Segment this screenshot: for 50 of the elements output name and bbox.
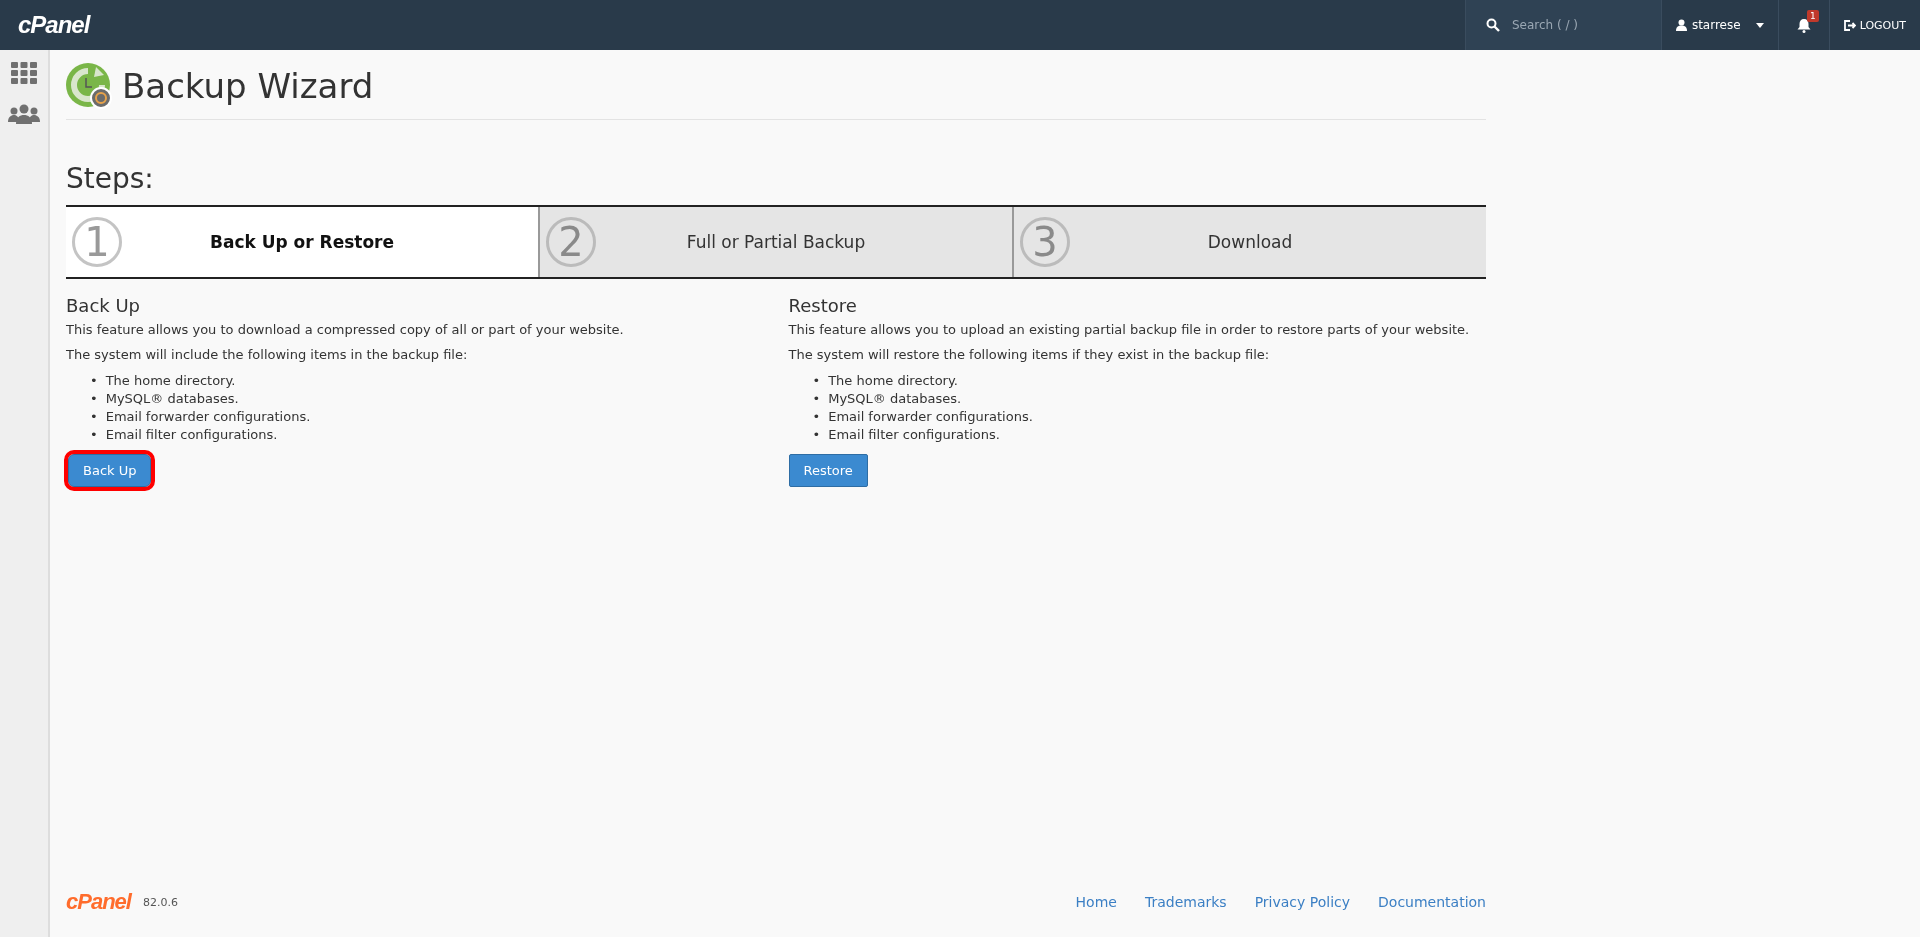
wizard-step[interactable]: 3 Download	[1012, 207, 1486, 277]
list-item: MySQL® databases.	[105, 390, 239, 408]
bell-icon	[1796, 17, 1811, 33]
username: starrese	[1691, 18, 1741, 32]
user-menu[interactable]: starrese	[1660, 0, 1778, 50]
wizard-step[interactable]: 2 Full or Partial Backup	[538, 207, 1012, 277]
footer-link[interactable]: Home	[1075, 894, 1117, 910]
notifications-button[interactable]: 1	[1777, 0, 1829, 50]
list-item: Email filter configurations.	[828, 426, 1000, 444]
step-number: 3	[1020, 217, 1070, 267]
footer-link[interactable]: Documentation	[1378, 894, 1486, 910]
grid-icon[interactable]	[11, 62, 37, 84]
backup-wizard-icon	[66, 63, 112, 109]
footer-link[interactable]: Trademarks	[1144, 894, 1227, 910]
bullet: •	[812, 426, 821, 444]
list-item: The home directory.	[105, 372, 236, 390]
logout-icon	[1843, 19, 1856, 31]
logout-button[interactable]: LOGOUT	[1828, 0, 1920, 50]
section-heading: Restore	[788, 295, 858, 316]
bullet: •	[90, 408, 98, 426]
caret-icon	[1755, 22, 1764, 28]
list-item: Email forwarder configurations.	[828, 408, 1033, 426]
section-description: This feature allows you to upload an existing partial backup file in order to restore parts of your website.	[788, 322, 1471, 337]
bullet: •	[812, 390, 821, 408]
bullet: •	[90, 372, 98, 390]
list-item: MySQL® databases.	[828, 390, 962, 408]
version-number: 82.0.6	[142, 895, 178, 909]
bullet: •	[90, 390, 98, 408]
section-intro: The system will include the following items in the backup file:	[66, 347, 469, 362]
search-icon	[1485, 18, 1500, 32]
bullet: •	[812, 372, 821, 390]
section-intro: The system will restore the following items if they exist in the backup file:	[788, 347, 1271, 362]
list-item: Email filter configurations.	[105, 426, 278, 444]
user-icon	[1675, 19, 1687, 31]
users-icon[interactable]	[8, 104, 40, 124]
page-title: Backup Wizard	[122, 66, 374, 106]
section-description: This feature allows you to download a compressed copy of all or part of your website.	[66, 322, 625, 337]
action-button[interactable]: Restore	[788, 454, 868, 487]
bullet: •	[90, 426, 98, 444]
bullet: •	[812, 408, 821, 426]
notification-badge: 1	[1806, 10, 1819, 22]
list-item: Email forwarder configurations.	[105, 408, 311, 426]
cpanel-logo[interactable]: cPanel	[18, 11, 90, 39]
step-number: 1	[72, 217, 122, 267]
section-heading: Back Up	[66, 295, 142, 316]
step-number: 2	[546, 217, 596, 267]
list-item: The home directory.	[828, 372, 958, 390]
steps-heading: Steps:	[66, 162, 155, 195]
footer-link[interactable]: Privacy Policy	[1254, 894, 1351, 910]
wizard-step[interactable]: 1 Back Up or Restore	[66, 207, 538, 277]
